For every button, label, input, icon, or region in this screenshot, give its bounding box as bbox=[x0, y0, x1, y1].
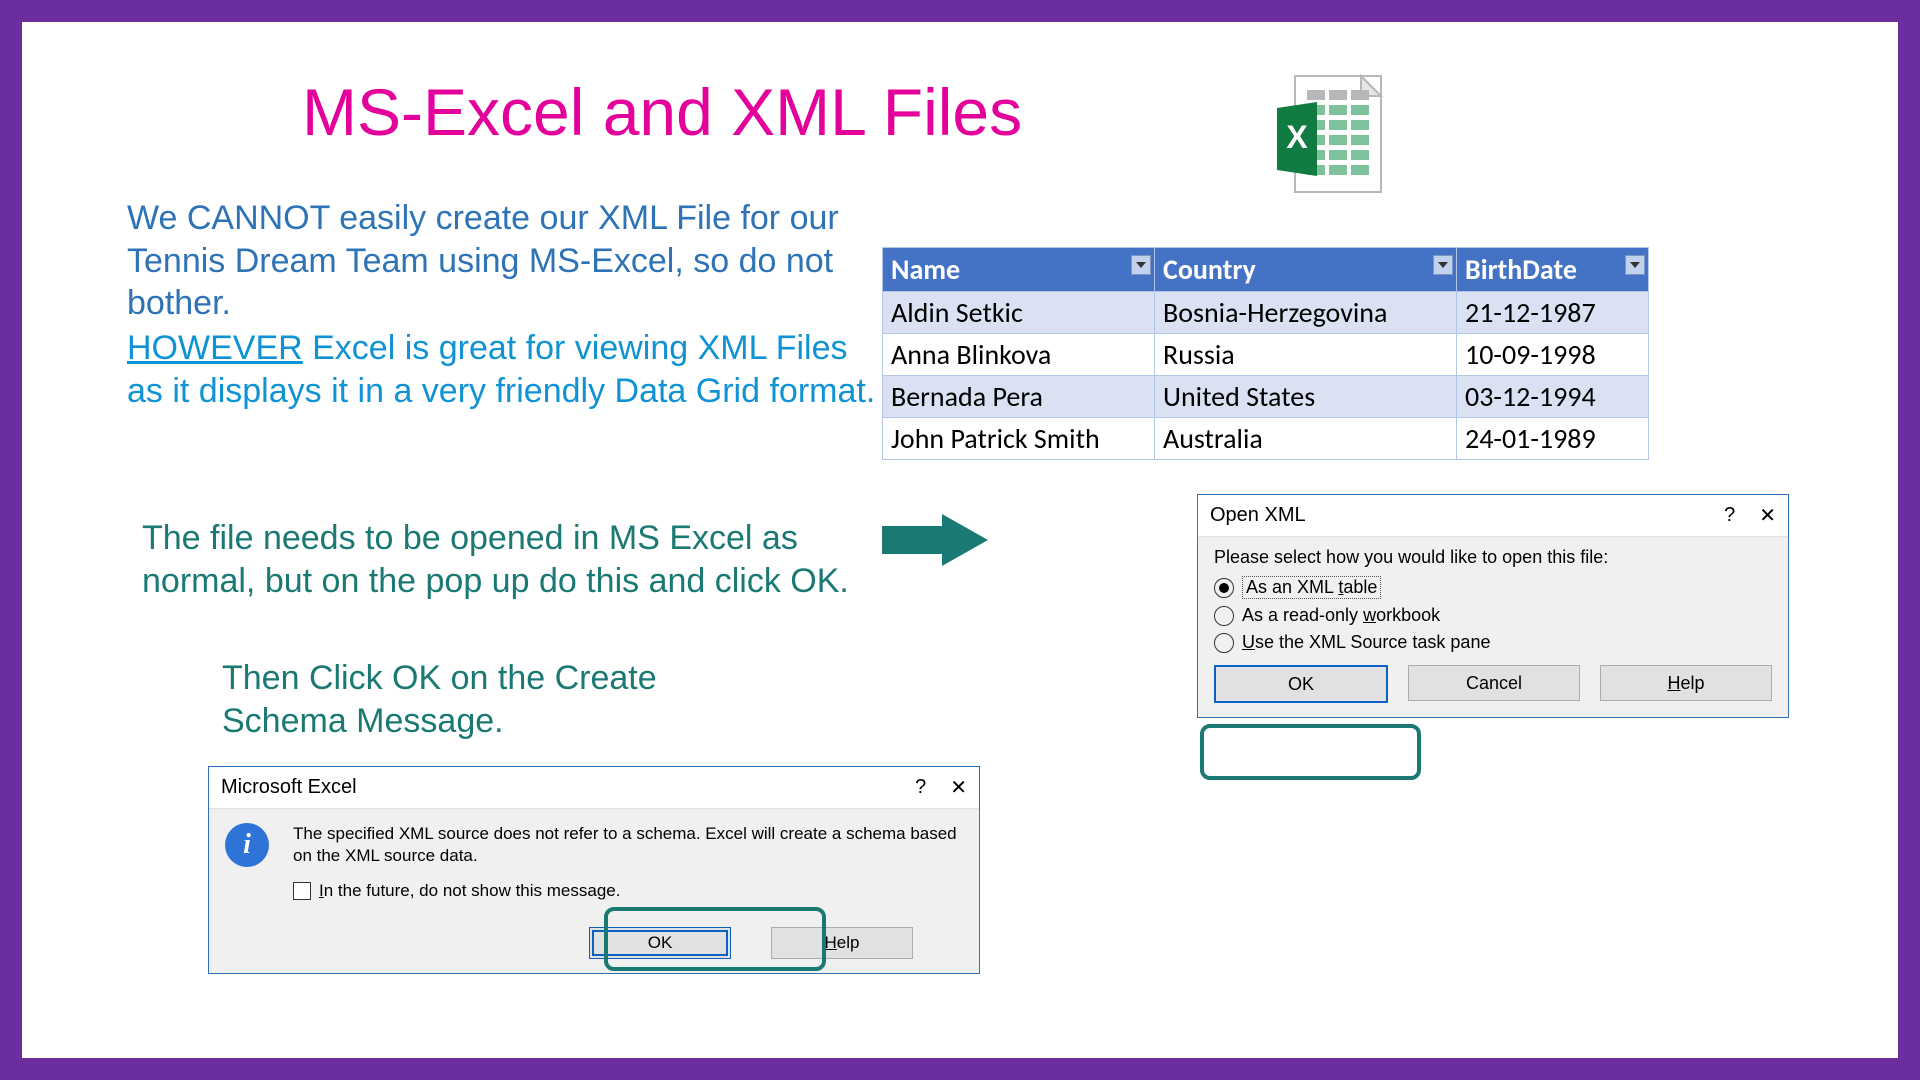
help-icon[interactable]: ? bbox=[915, 776, 926, 799]
open-xml-dialog: Open XML ? ✕ Please select how you would… bbox=[1197, 494, 1789, 718]
excel-schema-dialog: Microsoft Excel ? ✕ i The specified XML … bbox=[208, 766, 980, 974]
highlight-annotation bbox=[1200, 724, 1421, 780]
radio-readonly-workbook[interactable]: As a read-only workbook bbox=[1214, 605, 1772, 626]
ok-button[interactable]: OK bbox=[1214, 665, 1388, 703]
dropdown-icon[interactable] bbox=[1131, 255, 1151, 275]
svg-text:X: X bbox=[1286, 119, 1308, 155]
however-word: HOWEVER bbox=[127, 329, 303, 367]
excel-file-icon: X bbox=[1257, 70, 1397, 203]
xml-data-grid: Name Country BirthDate Aldin SetkicBosni… bbox=[882, 247, 1649, 460]
col-name[interactable]: Name bbox=[883, 248, 1155, 292]
table-row: John Patrick SmithAustralia24-01-1989 bbox=[883, 418, 1649, 460]
ok-button[interactable]: OK bbox=[589, 927, 731, 959]
page-title: MS-Excel and XML Files bbox=[302, 74, 1022, 150]
open-instructions-paragraph: The file needs to be opened in MS Excel … bbox=[142, 517, 912, 602]
dialog-prompt: Please select how you would like to open… bbox=[1214, 547, 1772, 568]
radio-as-xml-table[interactable]: As an XML table bbox=[1214, 576, 1772, 599]
table-header-row: Name Country BirthDate bbox=[883, 248, 1649, 292]
radio-xml-source-pane[interactable]: Use the XML Source task pane bbox=[1214, 632, 1772, 653]
info-icon: i bbox=[225, 823, 269, 867]
help-icon[interactable]: ? bbox=[1724, 504, 1735, 527]
dropdown-icon[interactable] bbox=[1433, 255, 1453, 275]
radio-icon bbox=[1214, 578, 1234, 598]
table-row: Aldin SetkicBosnia-Herzegovina21-12-1987 bbox=[883, 292, 1649, 334]
close-icon[interactable]: ✕ bbox=[1759, 503, 1776, 528]
col-birthdate[interactable]: BirthDate bbox=[1457, 248, 1649, 292]
radio-icon bbox=[1214, 633, 1234, 653]
radio-icon bbox=[1214, 606, 1234, 626]
dropdown-icon[interactable] bbox=[1625, 255, 1645, 275]
dialog-title: Open XML bbox=[1210, 504, 1306, 527]
dont-show-checkbox[interactable]: In the future, do not show this message. bbox=[293, 881, 963, 901]
col-country[interactable]: Country bbox=[1155, 248, 1457, 292]
dialog-title: Microsoft Excel bbox=[221, 776, 357, 799]
dialog-message: The specified XML source does not refer … bbox=[293, 823, 963, 867]
help-button[interactable]: Help bbox=[1600, 665, 1772, 701]
cancel-button[interactable]: Cancel bbox=[1408, 665, 1580, 701]
table-row: Anna BlinkovaRussia10-09-1998 bbox=[883, 334, 1649, 376]
schema-instructions-paragraph: Then Click OK on the Create Schema Messa… bbox=[222, 657, 722, 742]
close-icon[interactable]: ✕ bbox=[950, 775, 967, 800]
table-row: Bernada PeraUnited States03-12-1994 bbox=[883, 376, 1649, 418]
intro-paragraph: We CANNOT easily create our XML File for… bbox=[127, 197, 897, 325]
however-paragraph: HOWEVER Excel is great for viewing XML F… bbox=[127, 327, 887, 412]
help-button[interactable]: Help bbox=[771, 927, 913, 959]
arrow-right-teal-icon bbox=[882, 512, 992, 573]
checkbox-icon bbox=[293, 882, 311, 900]
